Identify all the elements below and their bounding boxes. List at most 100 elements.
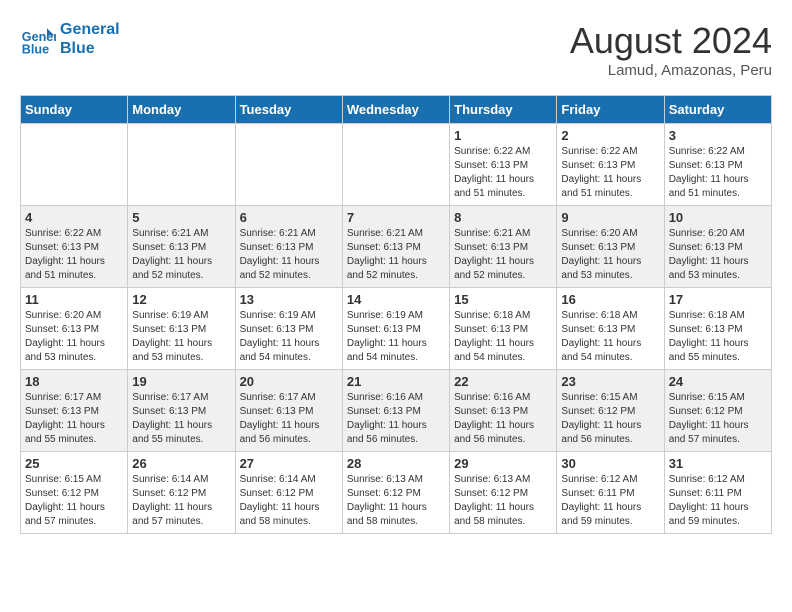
day-info: Sunrise: 6:19 AM Sunset: 6:13 PM Dayligh…	[240, 309, 338, 365]
calendar-cell: 4Sunrise: 6:22 AM Sunset: 6:13 PM Daylig…	[21, 206, 128, 288]
calendar-cell: 7 Sunrise: 6:21 AM Sunset: 6:13 PM Daylig…	[342, 206, 449, 288]
calendar-cell: 2 Sunrise: 6:22 AM Sunset: 6:13 PM Daylig…	[557, 124, 664, 206]
day-number: 16	[561, 292, 659, 307]
day-number: 20	[240, 374, 338, 389]
day-number: 13	[240, 292, 338, 307]
day-info: Sunrise: 6:20 AM Sunset: 6:13 PM Dayligh…	[561, 227, 659, 283]
day-info: Sunrise: 6:21 AM Sunset: 6:13 PM Dayligh…	[132, 227, 230, 283]
day-number: 14	[347, 292, 445, 307]
calendar-cell: 12Sunrise: 6:19 AM Sunset: 6:13 PM Dayli…	[128, 288, 235, 370]
calendar-week-5: 25 Sunrise: 6:15 AM Sunset: 6:12 PM Dayli…	[21, 452, 772, 534]
day-info: Sunrise: 6:15 AM Sunset: 6:12 PM Dayligh…	[561, 391, 659, 447]
header-thursday: Thursday	[450, 96, 557, 124]
day-info: Sunrise: 6:20 AM Sunset: 6:13 PM Dayligh…	[669, 227, 767, 283]
calendar-cell: 23 Sunrise: 6:15 AM Sunset: 6:12 PM Dayli…	[557, 370, 664, 452]
calendar-cell: 26Sunrise: 6:14 AM Sunset: 6:12 PM Dayli…	[128, 452, 235, 534]
calendar: SundayMondayTuesdayWednesdayThursdayFrid…	[20, 95, 772, 534]
calendar-cell	[21, 124, 128, 206]
calendar-cell: 30Sunrise: 6:12 AM Sunset: 6:11 PM Dayli…	[557, 452, 664, 534]
calendar-cell: 5 Sunrise: 6:21 AM Sunset: 6:13 PM Daylig…	[128, 206, 235, 288]
calendar-cell: 28 Sunrise: 6:13 AM Sunset: 6:12 PM Dayli…	[342, 452, 449, 534]
header-monday: Monday	[128, 96, 235, 124]
day-number: 17	[669, 292, 767, 307]
calendar-header-row: SundayMondayTuesdayWednesdayThursdayFrid…	[21, 96, 772, 124]
day-info: Sunrise: 6:15 AM Sunset: 6:12 PM Dayligh…	[25, 473, 123, 529]
svg-text:Blue: Blue	[22, 43, 49, 57]
day-number: 3	[669, 128, 767, 143]
logo: General Blue General Blue	[20, 20, 120, 58]
day-info: Sunrise: 6:13 AM Sunset: 6:12 PM Dayligh…	[347, 473, 445, 529]
day-number: 1	[454, 128, 552, 143]
day-number: 11	[25, 292, 123, 307]
day-info: Sunrise: 6:18 AM Sunset: 6:13 PM Dayligh…	[454, 309, 552, 365]
day-info: Sunrise: 6:22 AM Sunset: 6:13 PM Dayligh…	[454, 145, 552, 201]
header-friday: Friday	[557, 96, 664, 124]
calendar-cell: 8Sunrise: 6:21 AM Sunset: 6:13 PM Daylig…	[450, 206, 557, 288]
day-number: 7	[347, 210, 445, 225]
day-number: 24	[669, 374, 767, 389]
header-saturday: Saturday	[664, 96, 771, 124]
day-number: 27	[240, 456, 338, 471]
day-number: 12	[132, 292, 230, 307]
month-title: August 2024	[570, 20, 772, 62]
page-header: General Blue General Blue August 2024 La…	[20, 20, 772, 79]
day-number: 31	[669, 456, 767, 471]
calendar-cell	[342, 124, 449, 206]
day-number: 22	[454, 374, 552, 389]
header-wednesday: Wednesday	[342, 96, 449, 124]
header-tuesday: Tuesday	[235, 96, 342, 124]
day-number: 29	[454, 456, 552, 471]
day-info: Sunrise: 6:18 AM Sunset: 6:13 PM Dayligh…	[561, 309, 659, 365]
day-info: Sunrise: 6:17 AM Sunset: 6:13 PM Dayligh…	[132, 391, 230, 447]
calendar-cell: 19 Sunrise: 6:17 AM Sunset: 6:13 PM Dayli…	[128, 370, 235, 452]
day-info: Sunrise: 6:14 AM Sunset: 6:12 PM Dayligh…	[240, 473, 338, 529]
day-number: 10	[669, 210, 767, 225]
calendar-cell: 9 Sunrise: 6:20 AM Sunset: 6:13 PM Daylig…	[557, 206, 664, 288]
calendar-cell	[235, 124, 342, 206]
day-number: 6	[240, 210, 338, 225]
day-info: Sunrise: 6:22 AM Sunset: 6:13 PM Dayligh…	[561, 145, 659, 201]
title-block: August 2024 Lamud, Amazonas, Peru	[570, 20, 772, 79]
day-number: 2	[561, 128, 659, 143]
day-info: Sunrise: 6:17 AM Sunset: 6:13 PM Dayligh…	[25, 391, 123, 447]
day-info: Sunrise: 6:21 AM Sunset: 6:13 PM Dayligh…	[240, 227, 338, 283]
calendar-cell: 1 Sunrise: 6:22 AM Sunset: 6:13 PM Daylig…	[450, 124, 557, 206]
calendar-cell: 31 Sunrise: 6:12 AM Sunset: 6:11 PM Dayli…	[664, 452, 771, 534]
calendar-cell: 20 Sunrise: 6:17 AM Sunset: 6:13 PM Dayli…	[235, 370, 342, 452]
calendar-cell: 11Sunrise: 6:20 AM Sunset: 6:13 PM Dayli…	[21, 288, 128, 370]
calendar-cell: 24Sunrise: 6:15 AM Sunset: 6:12 PM Dayli…	[664, 370, 771, 452]
calendar-cell: 15Sunrise: 6:18 AM Sunset: 6:13 PM Dayli…	[450, 288, 557, 370]
calendar-cell: 14Sunrise: 6:19 AM Sunset: 6:13 PM Dayli…	[342, 288, 449, 370]
day-number: 4	[25, 210, 123, 225]
day-number: 30	[561, 456, 659, 471]
calendar-cell: 17 Sunrise: 6:18 AM Sunset: 6:13 PM Dayli…	[664, 288, 771, 370]
day-number: 25	[25, 456, 123, 471]
day-number: 9	[561, 210, 659, 225]
calendar-cell: 13 Sunrise: 6:19 AM Sunset: 6:13 PM Dayli…	[235, 288, 342, 370]
day-info: Sunrise: 6:17 AM Sunset: 6:13 PM Dayligh…	[240, 391, 338, 447]
day-info: Sunrise: 6:22 AM Sunset: 6:13 PM Dayligh…	[669, 145, 767, 201]
calendar-week-4: 18 Sunrise: 6:17 AM Sunset: 6:13 PM Dayli…	[21, 370, 772, 452]
calendar-week-1: 1 Sunrise: 6:22 AM Sunset: 6:13 PM Daylig…	[21, 124, 772, 206]
day-info: Sunrise: 6:21 AM Sunset: 6:13 PM Dayligh…	[454, 227, 552, 283]
calendar-cell: 25 Sunrise: 6:15 AM Sunset: 6:12 PM Dayli…	[21, 452, 128, 534]
calendar-cell: 16 Sunrise: 6:18 AM Sunset: 6:13 PM Dayli…	[557, 288, 664, 370]
calendar-cell: 29Sunrise: 6:13 AM Sunset: 6:12 PM Dayli…	[450, 452, 557, 534]
day-number: 23	[561, 374, 659, 389]
header-sunday: Sunday	[21, 96, 128, 124]
calendar-cell: 27 Sunrise: 6:14 AM Sunset: 6:12 PM Dayli…	[235, 452, 342, 534]
day-number: 5	[132, 210, 230, 225]
calendar-cell: 6 Sunrise: 6:21 AM Sunset: 6:13 PM Daylig…	[235, 206, 342, 288]
logo-text-line1: General	[60, 20, 120, 39]
day-info: Sunrise: 6:21 AM Sunset: 6:13 PM Dayligh…	[347, 227, 445, 283]
calendar-cell: 21 Sunrise: 6:16 AM Sunset: 6:13 PM Dayli…	[342, 370, 449, 452]
day-number: 21	[347, 374, 445, 389]
day-info: Sunrise: 6:12 AM Sunset: 6:11 PM Dayligh…	[669, 473, 767, 529]
calendar-cell	[128, 124, 235, 206]
day-info: Sunrise: 6:18 AM Sunset: 6:13 PM Dayligh…	[669, 309, 767, 365]
day-info: Sunrise: 6:16 AM Sunset: 6:13 PM Dayligh…	[347, 391, 445, 447]
day-number: 19	[132, 374, 230, 389]
day-number: 28	[347, 456, 445, 471]
day-number: 18	[25, 374, 123, 389]
day-info: Sunrise: 6:14 AM Sunset: 6:12 PM Dayligh…	[132, 473, 230, 529]
